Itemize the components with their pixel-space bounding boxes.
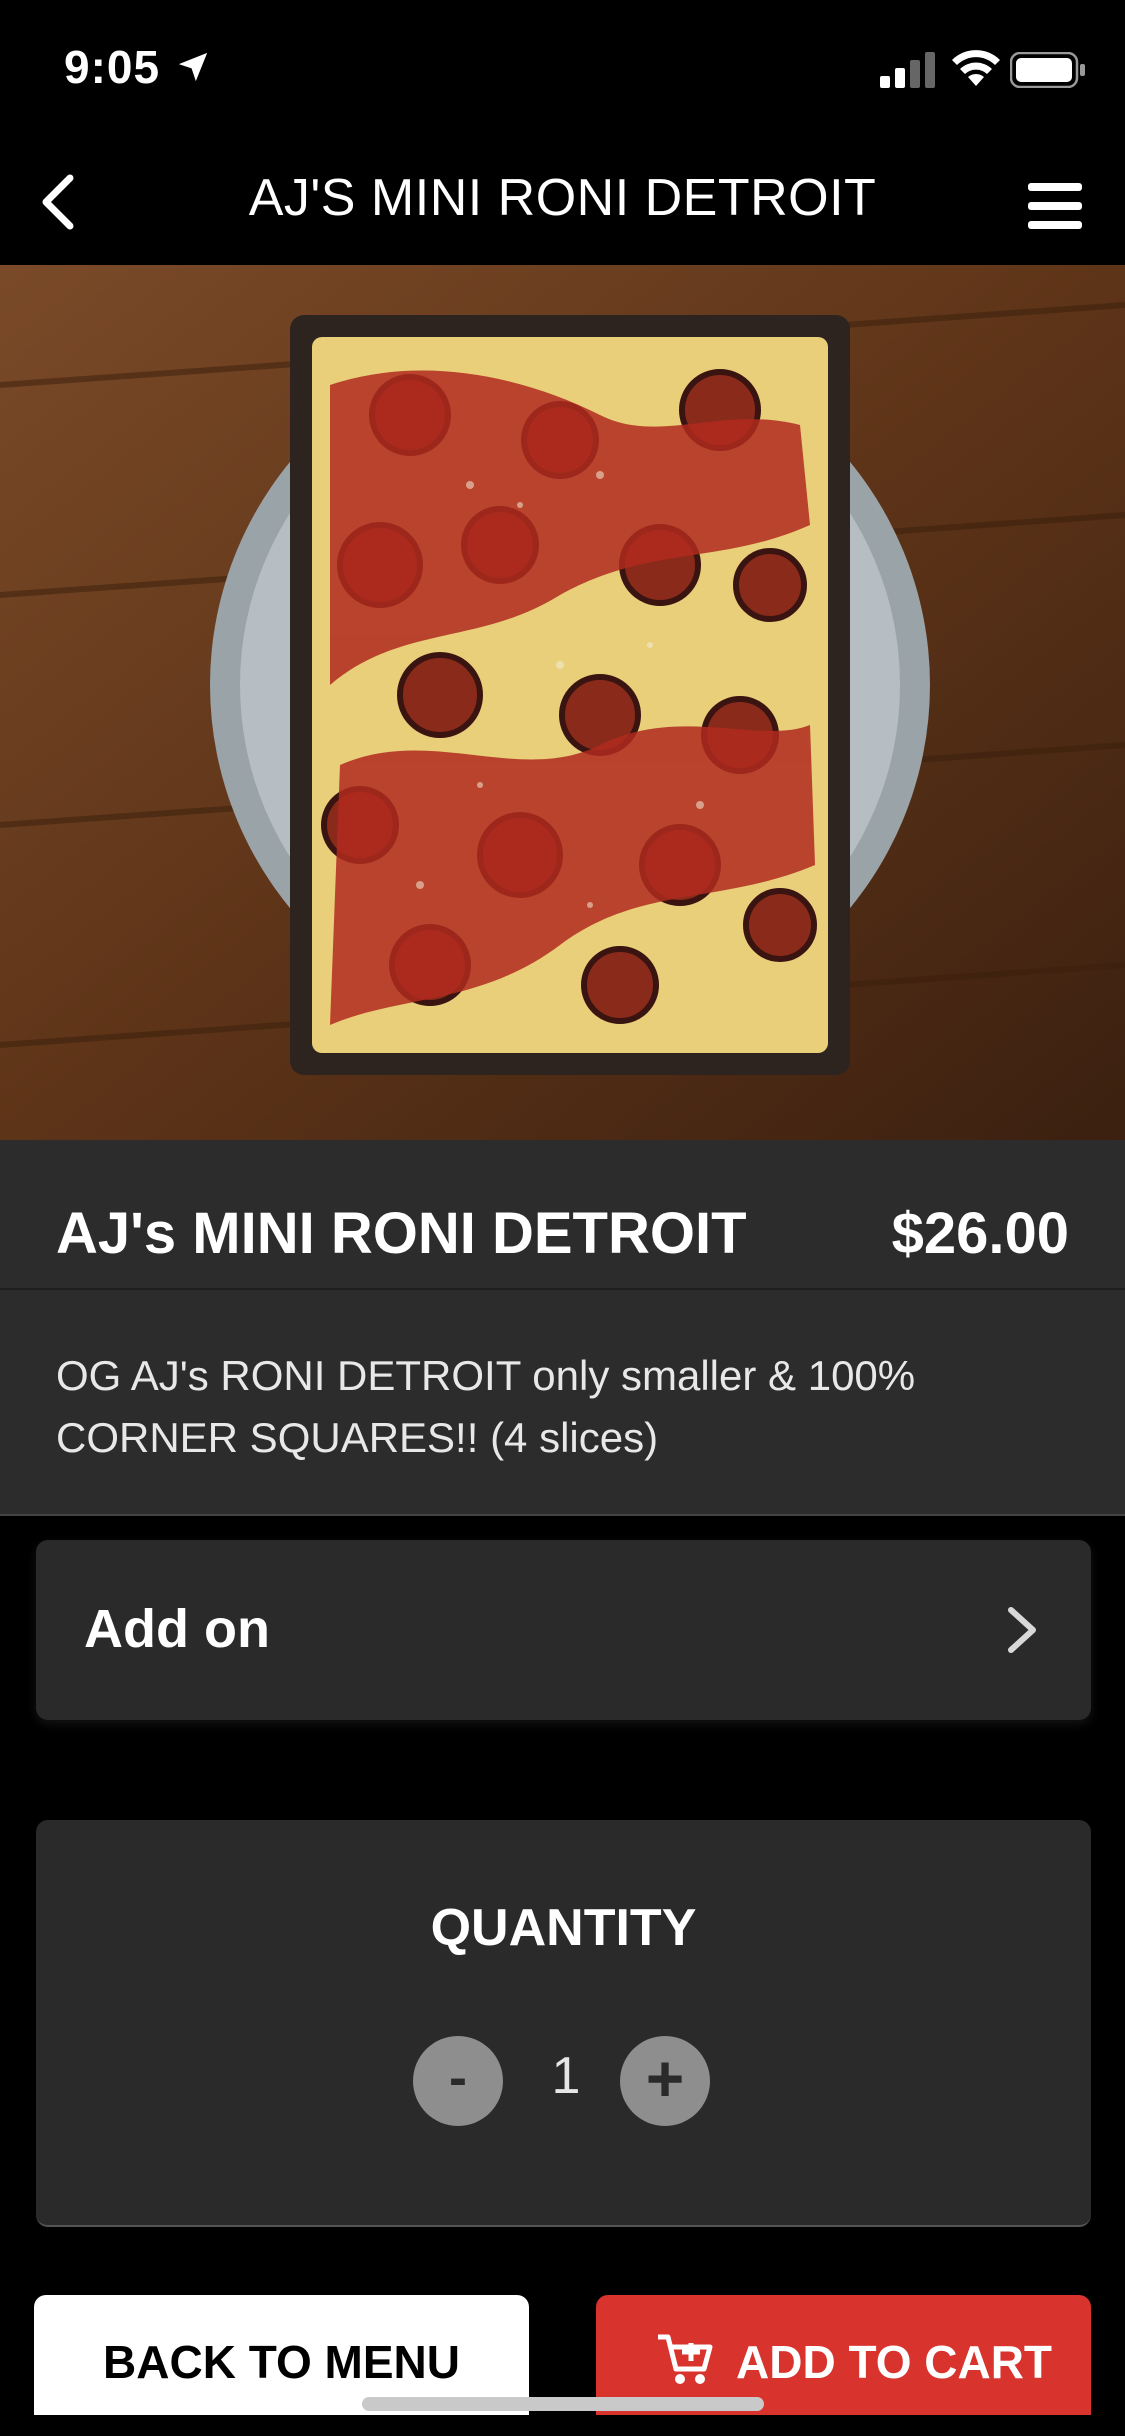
location-arrow-icon bbox=[178, 52, 208, 82]
add-on-label: Add on bbox=[84, 1599, 270, 1659]
hamburger-menu-icon bbox=[1028, 183, 1082, 229]
item-name: AJ's MINI RONI DETROIT bbox=[56, 1201, 747, 1266]
add-on-row[interactable]: Add on bbox=[36, 1540, 1091, 1720]
status-time: 9:05 bbox=[64, 41, 161, 93]
battery-icon bbox=[1010, 52, 1085, 88]
decrease-quantity-button[interactable]: - bbox=[413, 2036, 503, 2126]
increase-quantity-button[interactable]: + bbox=[620, 2036, 710, 2126]
add-to-cart-label: ADD TO CART bbox=[736, 2336, 1053, 2388]
home-indicator[interactable] bbox=[362, 2397, 764, 2411]
quantity-value: 1 bbox=[551, 2047, 581, 2105]
divider bbox=[0, 1288, 1125, 1290]
signal-icon bbox=[880, 52, 935, 88]
item-description: OG AJ's RONI DETROIT only smaller & 100%… bbox=[56, 1352, 916, 1461]
chevron-right-icon bbox=[1008, 1607, 1036, 1653]
cart-plus-icon bbox=[658, 2334, 713, 2384]
menu-button[interactable] bbox=[1015, 166, 1095, 246]
item-info-card: AJ's MINI RONI DETROIT $26.00 OG AJ's RO… bbox=[0, 1140, 1125, 1516]
quantity-title: QUANTITY bbox=[430, 1899, 697, 1957]
item-price: $26.00 bbox=[891, 1201, 1069, 1266]
nav-header: AJ'S MINI RONI DETROIT bbox=[0, 140, 1125, 265]
quantity-card: QUANTITY - 1 + bbox=[36, 1820, 1091, 2227]
status-bar: 9:05 bbox=[0, 0, 1125, 140]
back-to-menu-label: BACK TO MENU bbox=[103, 2336, 460, 2388]
page-title: AJ'S MINI RONI DETROIT bbox=[248, 169, 877, 227]
wifi-icon bbox=[952, 50, 1000, 86]
item-photo bbox=[0, 265, 1125, 1140]
plus-icon: + bbox=[645, 2041, 685, 2115]
minus-icon: - bbox=[449, 2048, 467, 2108]
